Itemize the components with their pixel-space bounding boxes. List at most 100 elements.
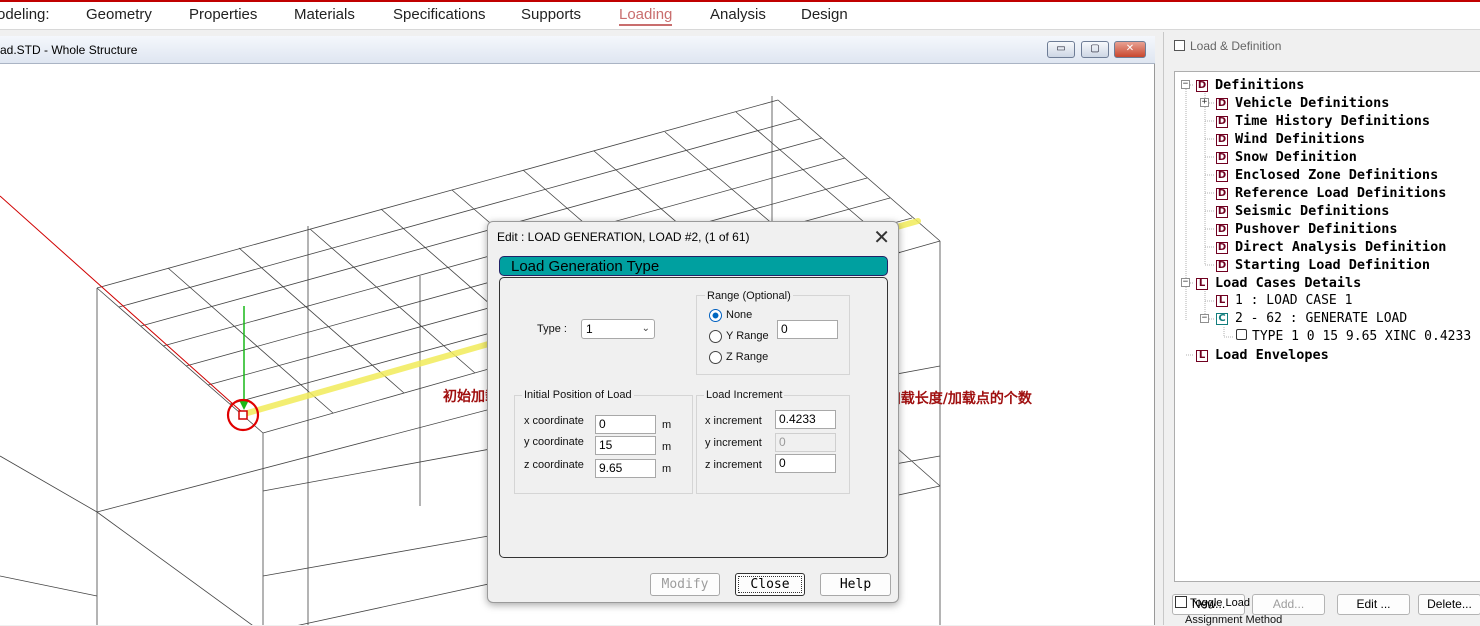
- restore-button[interactable]: ▢: [1081, 41, 1109, 58]
- y-increment-input: 0: [775, 433, 836, 452]
- x-increment-input[interactable]: 0.4233: [775, 410, 836, 429]
- z-increment-label: z increment: [705, 459, 762, 471]
- y-unit-label: m: [662, 441, 672, 453]
- menu-specifications[interactable]: Specifications: [393, 6, 486, 23]
- help-button[interactable]: Help: [820, 573, 891, 596]
- range-y-radio[interactable]: [709, 330, 722, 343]
- tree-load-cases-details[interactable]: L Load Cases Details: [1196, 274, 1361, 292]
- load-definition-tree[interactable]: − D Definitions + D Vehicle Definitions DT…: [1174, 71, 1480, 582]
- definition-icon: D: [1216, 206, 1228, 218]
- tree-snow-label: Snow Definition: [1235, 149, 1357, 165]
- definition-icon: D: [1196, 80, 1208, 92]
- definition-icon: D: [1216, 134, 1228, 146]
- load-increment-title: Load Increment: [704, 389, 785, 401]
- tree-type-command-label: TYPE 1 0 15 9.65 XINC 0.4233: [1252, 329, 1472, 344]
- range-none-label: None: [726, 309, 753, 321]
- z-coordinate-input[interactable]: 9.65: [595, 459, 656, 478]
- definition-icon: D: [1216, 170, 1228, 182]
- tree-direct-analysis-definition[interactable]: D Direct Analysis Definition: [1216, 238, 1446, 256]
- y-coordinate-label: y coordinate: [524, 436, 584, 448]
- definition-icon: D: [1216, 152, 1228, 164]
- dialog-close-icon[interactable]: ✕: [873, 225, 890, 250]
- tree-vehicle-definitions[interactable]: D Vehicle Definitions: [1216, 94, 1389, 112]
- tree-wind-definitions[interactable]: D Wind Definitions: [1216, 130, 1365, 148]
- load-generation-dialog: Edit : LOAD GENERATION, LOAD #2, (1 of 6…: [487, 221, 899, 603]
- close-button[interactable]: Close: [735, 573, 805, 596]
- menu-analysis[interactable]: Analysis: [710, 6, 766, 23]
- menu-geometry[interactable]: Geometry: [86, 6, 152, 23]
- tree-definitions[interactable]: D Definitions: [1196, 76, 1304, 94]
- tree-load-case-1-label: 1 : LOAD CASE 1: [1235, 293, 1353, 308]
- z-unit-label: m: [662, 463, 672, 475]
- x-coordinate-input[interactable]: 0: [595, 415, 656, 434]
- tree-seismic-definitions[interactable]: D Seismic Definitions: [1216, 202, 1389, 220]
- definition-icon: D: [1216, 116, 1228, 128]
- range-none-radio[interactable]: [709, 309, 722, 322]
- minimize-button[interactable]: ▭: [1047, 41, 1075, 58]
- tree-time-history-definitions[interactable]: D Time History Definitions: [1216, 112, 1430, 130]
- load-generation-panel: Type : 1 ⌄ Range (Optional) None Y Range…: [499, 277, 888, 558]
- tree-snow-definition[interactable]: D Snow Definition: [1216, 148, 1357, 166]
- edit-button[interactable]: Edit ...: [1337, 594, 1410, 615]
- load-generation-type-header: Load Generation Type: [499, 256, 888, 276]
- tree-generate-load[interactable]: C 2 - 62 : GENERATE LOAD: [1216, 310, 1407, 328]
- y-increment-label: y increment: [705, 437, 762, 449]
- load-definition-title-bar: Load & Definition: [1174, 39, 1281, 53]
- toggle-load-checkbox[interactable]: [1175, 596, 1187, 608]
- menu-supports[interactable]: Supports: [521, 6, 581, 23]
- tree-load-case-1[interactable]: L 1 : LOAD CASE 1: [1216, 292, 1352, 310]
- delete-button[interactable]: Delete...: [1418, 594, 1480, 615]
- tree-wind-label: Wind Definitions: [1235, 131, 1366, 147]
- window-close-button[interactable]: ✕: [1114, 41, 1146, 58]
- menu-loading[interactable]: Loading: [619, 6, 673, 26]
- menu-properties[interactable]: Properties: [189, 6, 257, 23]
- tree-generate-load-label: 2 - 62 : GENERATE LOAD: [1235, 311, 1408, 326]
- definition-icon: D: [1216, 242, 1228, 254]
- y-coordinate-input[interactable]: 15: [595, 436, 656, 455]
- dialog-title: Edit : LOAD GENERATION, LOAD #2, (1 of 6…: [497, 230, 750, 244]
- tree-type-command[interactable]: TYPE 1 0 15 9.65 XINC 0.4233: [1236, 328, 1471, 346]
- initial-position-title: Initial Position of Load: [522, 389, 634, 401]
- definition-icon: D: [1216, 98, 1228, 110]
- load-cases-collapse-toggle[interactable]: −: [1181, 278, 1190, 287]
- tree-vehicle-label: Vehicle Definitions: [1235, 95, 1390, 111]
- type-select-value: 1: [586, 322, 593, 336]
- menu-modeling[interactable]: odeling:: [0, 6, 50, 23]
- generate-load-collapse-toggle[interactable]: −: [1200, 314, 1209, 323]
- tree-reference-load-definitions[interactable]: D Reference Load Definitions: [1216, 184, 1446, 202]
- tree-reference-load-label: Reference Load Definitions: [1235, 185, 1447, 201]
- definition-icon: D: [1216, 224, 1228, 236]
- toggle-load-row[interactable]: Toggle Load: [1175, 593, 1250, 611]
- tree-load-cases-label: Load Cases Details: [1215, 275, 1362, 291]
- tree-starting-load-definition[interactable]: D Starting Load Definition: [1216, 256, 1430, 274]
- type-select[interactable]: 1 ⌄: [581, 319, 655, 339]
- range-group-title: Range (Optional): [705, 290, 793, 302]
- tree-direct-analysis-label: Direct Analysis Definition: [1235, 239, 1447, 255]
- tree-time-history-label: Time History Definitions: [1235, 113, 1431, 129]
- range-z-label: Z Range: [726, 351, 769, 363]
- vehicle-expand-toggle[interactable]: +: [1200, 98, 1209, 107]
- menu-design[interactable]: Design: [801, 6, 848, 23]
- menu-materials[interactable]: Materials: [294, 6, 355, 23]
- tree-enclosed-zone-label: Enclosed Zone Definitions: [1235, 167, 1439, 183]
- tree-enclosed-zone-definitions[interactable]: D Enclosed Zone Definitions: [1216, 166, 1438, 184]
- z-increment-input[interactable]: 0: [775, 454, 836, 473]
- tree-pushover-definitions[interactable]: D Pushover Definitions: [1216, 220, 1398, 238]
- add-button: Add...: [1252, 594, 1325, 615]
- type-label: Type :: [537, 323, 567, 335]
- assignment-method-label: Assignment Method: [1185, 614, 1283, 626]
- panel-title: Load & Definition: [1190, 39, 1282, 53]
- range-y-label: Y Range: [726, 330, 769, 342]
- chevron-down-icon: ⌄: [641, 323, 650, 334]
- x-coordinate-label: x coordinate: [524, 415, 584, 427]
- definitions-collapse-toggle[interactable]: −: [1181, 80, 1190, 89]
- command-icon: C: [1216, 313, 1228, 325]
- tree-starting-load-label: Starting Load Definition: [1235, 257, 1431, 273]
- range-z-radio[interactable]: [709, 351, 722, 364]
- tree-load-envelopes[interactable]: L Load Envelopes: [1196, 346, 1329, 364]
- view-window-titlebar: ad.STD - Whole Structure ▭ ▢ ✕: [0, 36, 1155, 64]
- load-command-icon: [1236, 329, 1247, 340]
- y-range-input[interactable]: 0: [777, 320, 838, 339]
- x-increment-label: x increment: [705, 415, 762, 427]
- z-coordinate-label: z coordinate: [524, 459, 584, 471]
